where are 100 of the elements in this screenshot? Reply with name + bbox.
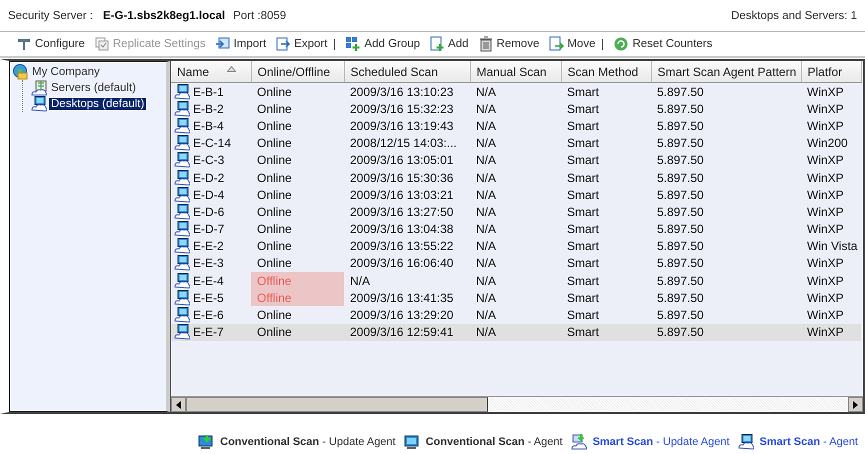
- trash-icon: [478, 36, 494, 52]
- table-cell-text: N/A: [475, 272, 498, 290]
- table-cell: E-D-4: [193, 188, 224, 202]
- add-document-icon: [429, 36, 446, 52]
- table-cell-text: 5.897.50: [656, 186, 705, 204]
- table-cell: Smart: [561, 324, 651, 341]
- table-cell: E-E-7: [193, 325, 224, 340]
- toolbar-button[interactable]: Reset Counters: [613, 36, 712, 52]
- column-header[interactable]: Name: [171, 61, 251, 82]
- table-cell-text: N/A: [475, 221, 498, 238]
- toolbar-button[interactable]: Remove: [478, 36, 540, 52]
- table-cell: N/A: [344, 272, 470, 290]
- computer-icon: [174, 238, 190, 254]
- table-cell: N/A: [470, 324, 561, 341]
- table-cell-text: WinXP: [806, 290, 845, 306]
- toolbar-button[interactable]: Add: [429, 36, 469, 52]
- table-cell-text: N/A: [475, 152, 498, 169]
- table-cell: E-E-6: [193, 308, 224, 322]
- table-cell-text: Online: [256, 204, 293, 220]
- table-cell-text: N/A: [475, 238, 498, 255]
- column-header[interactable]: Scan Method: [561, 61, 651, 82]
- table-cell: Offline: [251, 289, 344, 306]
- table-cell-text: Smart: [566, 170, 600, 186]
- globe-folder-icon: [12, 64, 28, 80]
- column-header[interactable]: Platfor: [801, 61, 861, 82]
- table-cell: WinXP: [801, 82, 861, 100]
- table-cell-text: 5.897.50: [656, 118, 705, 135]
- server-icon: [31, 80, 47, 96]
- column-header[interactable]: Manual Scan: [470, 61, 561, 82]
- reset-icon: [613, 36, 630, 52]
- table-cell: Offline: [251, 272, 344, 290]
- table-cell-text: Online: [256, 221, 293, 238]
- toolbar-button[interactable]: Configure: [16, 36, 85, 52]
- legend-label: Smart Scan - Update Agent: [592, 436, 730, 448]
- table-cell-text: 2009/3/16 13:03:21: [349, 186, 454, 204]
- toolbar-button[interactable]: Export: [275, 36, 328, 52]
- table-cell-text: N/A: [475, 100, 498, 118]
- table-cell-text: Online: [256, 100, 293, 118]
- column-header[interactable]: Scheduled Scan: [344, 61, 470, 82]
- column-header[interactable]: Smart Scan Agent Pattern: [651, 61, 801, 82]
- toolbar-button[interactable]: Import: [214, 36, 266, 52]
- table-cell-text: WinXP: [806, 255, 845, 272]
- horizontal-scrollbar[interactable]: [171, 396, 863, 412]
- toolbar-button[interactable]: Add Group: [345, 36, 420, 52]
- port-label: Port :8059: [233, 10, 286, 22]
- table-cell-text: Smart: [566, 272, 600, 290]
- table-cell: WinXP: [801, 324, 861, 341]
- table-cell-text: WinXP: [806, 204, 845, 220]
- table-cell-text: 2009/3/16 13:04:38: [349, 221, 454, 238]
- table-cell-text: N/A: [475, 290, 498, 306]
- table-cell-text: 5.897.50: [656, 100, 705, 118]
- table-cell: 5.897.50: [651, 324, 801, 341]
- tree-item[interactable]: My Company: [30, 66, 102, 78]
- table-cell-text: 5.897.50: [656, 272, 705, 290]
- table-cell-text: WinXP: [806, 152, 845, 169]
- table-cell-text: Smart: [566, 100, 600, 118]
- table-cell-text: 2009/3/16 13:55:22: [349, 238, 454, 255]
- table-cell-text: Smart: [566, 307, 600, 324]
- table-cell: E-E-3: [193, 256, 224, 270]
- computer-icon: [174, 152, 190, 168]
- toolbar-button[interactable]: Move: [548, 36, 596, 52]
- table-cell-text: 5.897.50: [656, 170, 705, 186]
- table-cell: Online: [251, 324, 344, 341]
- computer-icon: [31, 96, 47, 112]
- table-cell-text: Online: [256, 186, 293, 204]
- table-cell: E-D-6: [193, 204, 224, 219]
- table-cell-text: 2009/3/16 13:27:50: [349, 204, 454, 220]
- tree-item[interactable]: Servers (default): [49, 82, 138, 94]
- table-cell-text: 5.897.50: [656, 307, 705, 324]
- table-cell: E-D-7: [193, 222, 224, 236]
- server-label: Security Server :: [8, 10, 93, 22]
- table-cell-text: N/A: [475, 307, 498, 324]
- table-cell-text: Smart: [566, 186, 600, 204]
- table-cell: E-C-3: [193, 153, 224, 168]
- table-cell: N/A: [470, 82, 561, 100]
- computer-icon: [174, 118, 190, 134]
- computer-icon: [174, 135, 190, 152]
- move-document-icon: [548, 36, 564, 52]
- table-cell-text: 5.897.50: [656, 152, 705, 169]
- table-cell: E-B-2: [193, 102, 224, 116]
- server-name: E-G-1.sbs2k8eg1.local: [103, 10, 226, 22]
- table-cell-text: Smart: [566, 118, 600, 135]
- tree-item[interactable]: Desktops (default): [49, 98, 146, 110]
- scroll-right-icon[interactable]: [853, 400, 858, 408]
- table-cell-text: Online: [256, 135, 293, 152]
- table-cell-text: WinXP: [806, 221, 845, 238]
- sort-icon: [227, 66, 236, 72]
- table-cell: E-E-5: [193, 290, 224, 305]
- scroll-left-icon[interactable]: [176, 400, 181, 408]
- table-cell-text: N/A: [475, 255, 498, 272]
- computer-icon: [174, 290, 190, 306]
- table-cell-text: Smart: [566, 238, 600, 255]
- table-cell: E-E-4: [193, 274, 224, 288]
- table-cell-text: 5.897.50: [656, 204, 705, 220]
- legend-label: Smart Scan - Agent: [760, 436, 858, 448]
- computer-icon: [174, 255, 190, 272]
- table-cell-text: Smart: [566, 204, 600, 220]
- column-header[interactable]: Online/Offline: [251, 61, 344, 82]
- table-cell: E-E-2: [193, 239, 224, 254]
- table-cell-text: Win200: [806, 135, 849, 152]
